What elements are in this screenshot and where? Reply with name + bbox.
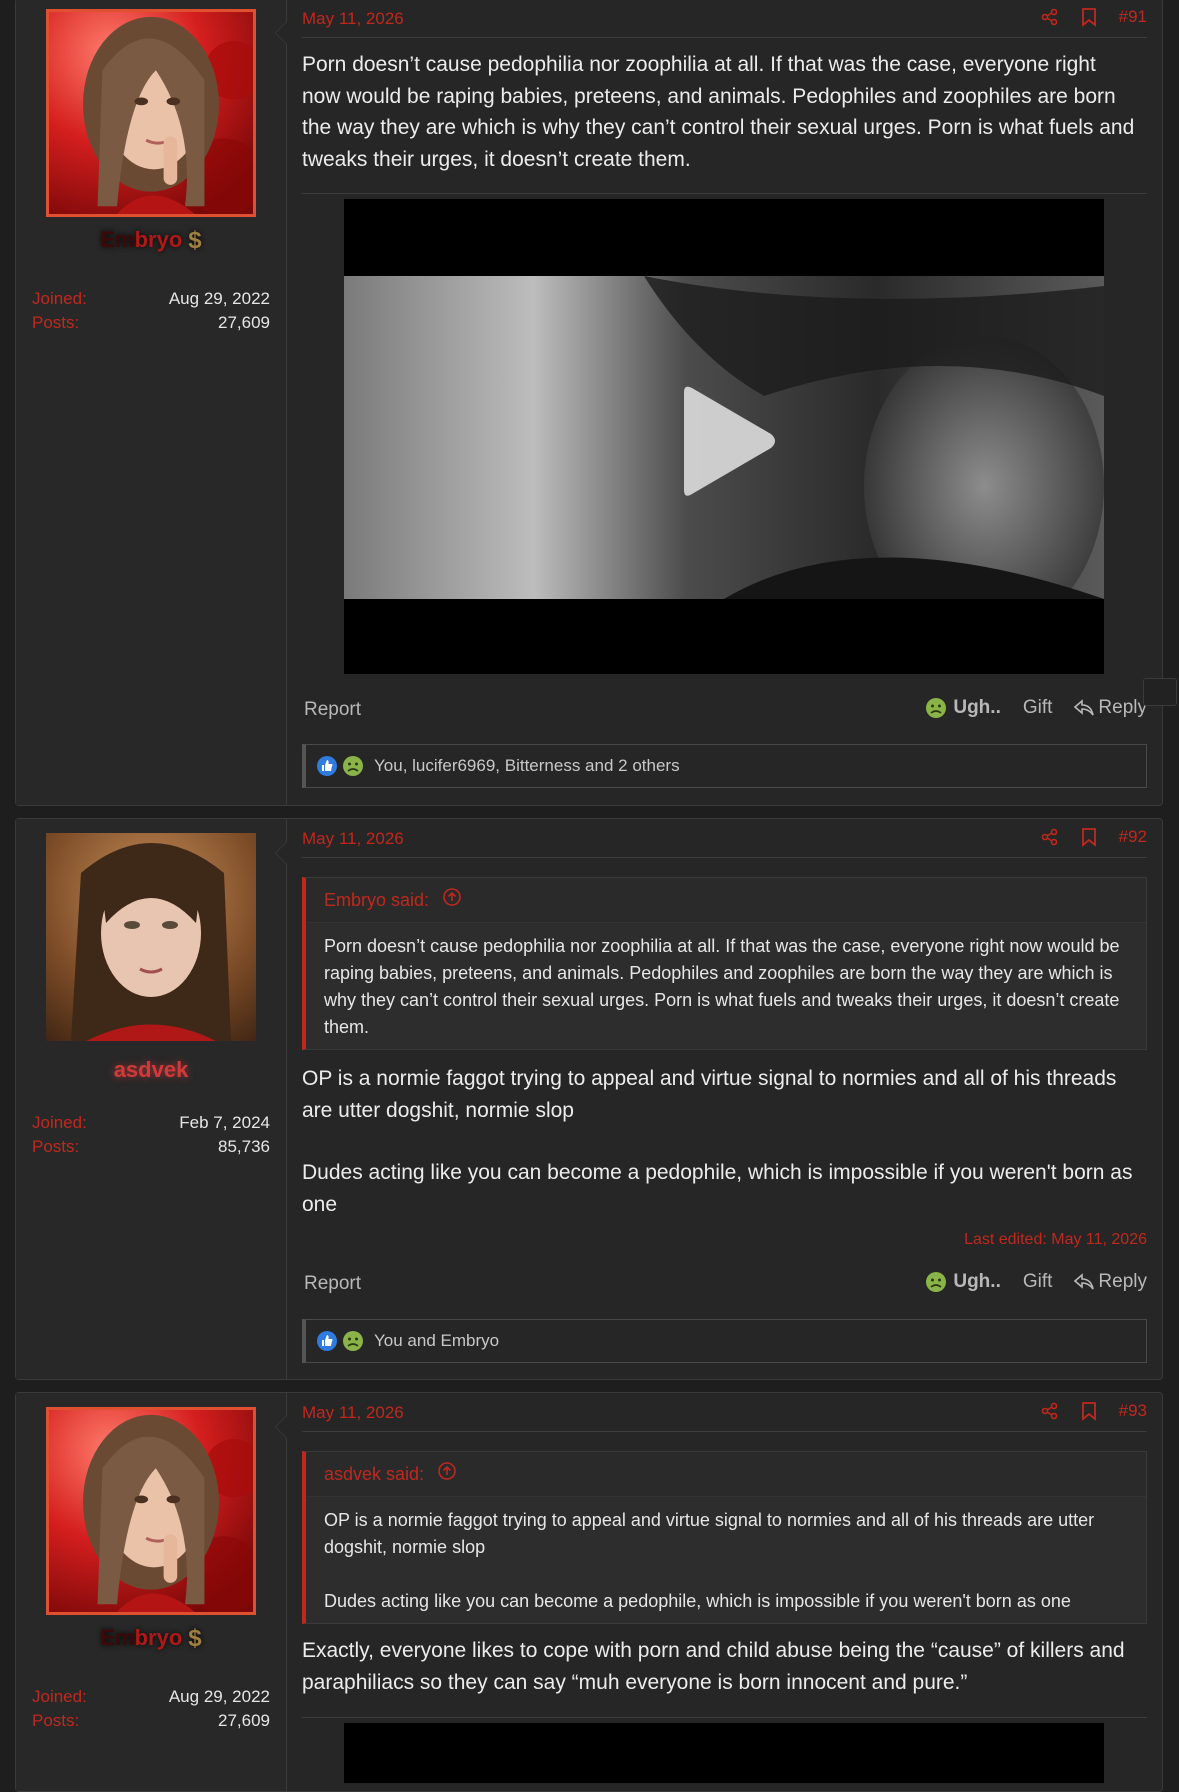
username[interactable]: asdvek [16,1057,286,1083]
post-content: May 11, 2026 #91 Porn doesn’t cause pedo… [302,0,1147,805]
video-player[interactable] [344,1723,1104,1783]
post-actions: Report Ugh.. Gift Reply [302,695,1147,725]
quote-up-arrow-icon[interactable] [437,1453,457,1497]
post-actions: Report Ugh.. Gift Reply [302,1269,1147,1299]
reply-button[interactable]: Reply [1074,1271,1147,1293]
avatar[interactable] [46,9,256,217]
reply-icon [1074,1273,1095,1290]
quote-body: Porn doesn’t cause pedophilia nor zoophi… [324,936,1120,1037]
post-content: May 11, 2026 #93 asdvek said: OP is a no… [302,1393,1147,1791]
ugh-emoji-icon [343,756,363,776]
posts-value: 27,609 [218,1711,270,1730]
bookmark-icon[interactable] [1081,827,1097,847]
post-number[interactable]: #93 [1119,1401,1147,1421]
joined-label: Joined: [32,289,87,308]
report-link[interactable]: Report [304,699,361,721]
side-panel-toggle[interactable] [1143,678,1177,706]
post-content: May 11, 2026 #92 Embryo said: Porn doesn… [302,819,1147,1379]
post-date[interactable]: May 11, 2026 [302,9,404,29]
user-stats: Joined: Aug 29, 2022 Posts: 27,609 [32,1685,270,1733]
quote-author[interactable]: asdvek said: [324,1464,424,1484]
posts-label: Posts: [32,1711,80,1730]
reactions-list[interactable]: You and Embryo [374,1331,499,1351]
like-icon [317,1331,337,1351]
post-body: Porn doesn’t cause pedophilia nor zoophi… [302,53,1135,171]
bookmark-icon[interactable] [1081,1401,1097,1421]
post-header: May 11, 2026 #92 [302,819,1147,858]
quote-block: asdvek said: OP is a normie faggot tryin… [302,1451,1147,1624]
post-body: OP is a normie faggot trying to appeal a… [302,1067,1133,1216]
joined-label: Joined: [32,1113,87,1132]
ugh-emoji-icon [343,1331,363,1351]
gift-link[interactable]: Gift [1023,697,1053,719]
ugh-emoji-icon [926,698,947,718]
play-icon[interactable] [679,384,779,504]
post-93: Embryo $ Joined: Aug 29, 2022 Posts: 27,609… [15,1392,1163,1792]
posts-value: 85,736 [218,1137,270,1156]
posts-value: 27,609 [218,313,270,332]
gift-link[interactable]: Gift [1023,1271,1053,1293]
post-date[interactable]: May 11, 2026 [302,1403,404,1423]
last-edited[interactable]: Last edited: May 11, 2026 [964,1231,1147,1249]
user-stats: Joined: Aug 29, 2022 Posts: 27,609 [32,287,270,335]
joined-label: Joined: [32,1687,87,1706]
joined-value: Aug 29, 2022 [168,1687,270,1706]
dollar-icon: $ [188,1625,202,1652]
quote-up-arrow-icon[interactable] [442,879,462,923]
share-icon[interactable] [1041,828,1059,846]
reply-icon [1074,699,1095,716]
quote-header[interactable]: asdvek said: [306,1452,1146,1497]
avatar[interactable] [46,1407,256,1615]
quote-body: OP is a normie faggot trying to appeal a… [324,1510,1095,1611]
reactions-bar[interactable]: You and Embryo [302,1319,1147,1363]
username[interactable]: Embryo $ [16,1625,286,1653]
dollar-icon: $ [188,227,202,254]
posts-label: Posts: [32,1137,80,1156]
joined-value: Feb 7, 2024 [179,1113,270,1132]
bookmark-icon[interactable] [1081,7,1097,27]
user-info: asdvek Joined: Feb 7, 2024 Posts: 85,736 [16,819,287,1379]
quote-author[interactable]: Embryo said: [324,890,429,910]
user-info: Embryo $ Joined: Aug 29, 2022 Posts: 27,609 [16,1393,287,1791]
post-number[interactable]: #92 [1119,827,1147,847]
ugh-emoji-icon [926,1272,947,1292]
quote-header[interactable]: Embryo said: [306,878,1146,923]
post-body: Exactly, everyone likes to cope with por… [302,1639,1125,1694]
joined-value: Aug 29, 2022 [168,289,270,308]
quote-block: Embryo said: Porn doesn’t cause pedophil… [302,877,1147,1050]
post-header: May 11, 2026 #91 [302,0,1147,38]
report-link[interactable]: Report [304,1273,361,1295]
share-icon[interactable] [1041,8,1059,26]
share-icon[interactable] [1041,1402,1059,1420]
reactions-list[interactable]: You, lucifer6969, Bitterness and 2 other… [374,756,680,776]
video-player[interactable] [344,199,1104,674]
user-stats: Joined: Feb 7, 2024 Posts: 85,736 [32,1111,270,1159]
react-button[interactable]: Ugh.. [925,1271,1001,1293]
post-date[interactable]: May 11, 2026 [302,829,404,849]
reply-button[interactable]: Reply [1074,697,1147,719]
post-header: May 11, 2026 #93 [302,1393,1147,1432]
posts-label: Posts: [32,313,80,332]
post-92: asdvek Joined: Feb 7, 2024 Posts: 85,736 M… [15,818,1163,1380]
like-icon [317,756,337,776]
reactions-bar[interactable]: You, lucifer6969, Bitterness and 2 other… [302,744,1147,788]
username[interactable]: Embryo $ [16,227,286,255]
post-91: Embryo $ Joined: Aug 29, 2022 Posts: 27,609… [15,0,1163,806]
post-number[interactable]: #91 [1119,7,1147,27]
react-button[interactable]: Ugh.. [925,697,1001,719]
avatar[interactable] [46,833,256,1041]
user-info: Embryo $ Joined: Aug 29, 2022 Posts: 27,609 [16,0,287,805]
